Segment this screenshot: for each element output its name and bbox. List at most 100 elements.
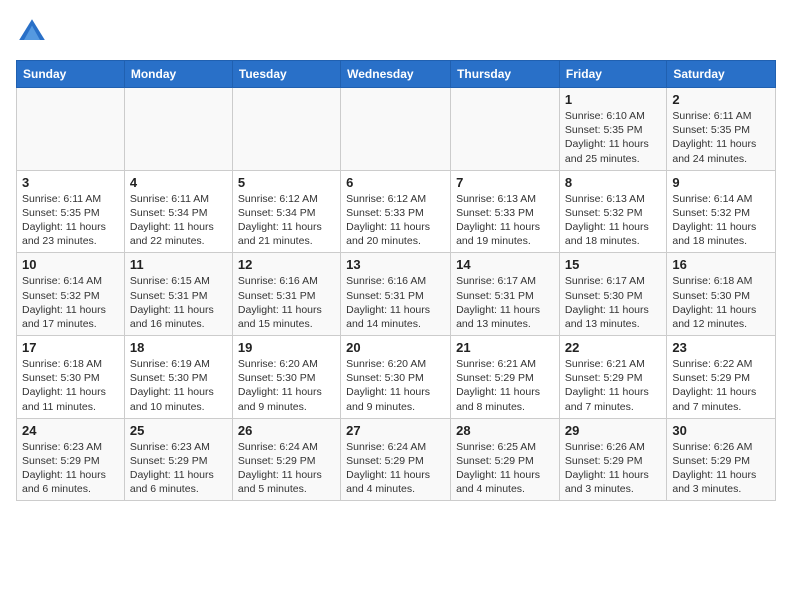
- calendar-cell: 2 Sunrise: 6:11 AMSunset: 5:35 PMDaylight…: [667, 88, 776, 171]
- day-number: 3: [22, 175, 119, 190]
- header-day-thursday: Thursday: [451, 61, 560, 88]
- day-info: Sunrise: 6:14 AMSunset: 5:32 PMDaylight:…: [22, 274, 119, 331]
- calendar-cell: 23 Sunrise: 6:22 AMSunset: 5:29 PMDayligh…: [667, 336, 776, 419]
- calendar-week-5: 24 Sunrise: 6:23 AMSunset: 5:29 PMDayligh…: [17, 418, 776, 501]
- calendar-cell: 19Sunrise: 6:20 AMSunset: 5:30 PMDayligh…: [232, 336, 340, 419]
- day-number: 23: [672, 340, 770, 355]
- calendar-cell: 9 Sunrise: 6:14 AMSunset: 5:32 PMDaylight…: [667, 170, 776, 253]
- calendar-cell: 28Sunrise: 6:25 AMSunset: 5:29 PMDayligh…: [451, 418, 560, 501]
- day-number: 24: [22, 423, 119, 438]
- day-number: 18: [130, 340, 227, 355]
- day-number: 12: [238, 257, 335, 272]
- header-day-wednesday: Wednesday: [341, 61, 451, 88]
- calendar-cell: 21 Sunrise: 6:21 AMSunset: 5:29 PMDayligh…: [451, 336, 560, 419]
- calendar-cell: 8 Sunrise: 6:13 AMSunset: 5:32 PMDaylight…: [559, 170, 666, 253]
- day-info: Sunrise: 6:11 AMSunset: 5:35 PMDaylight:…: [672, 109, 770, 166]
- calendar-cell: 15 Sunrise: 6:17 AMSunset: 5:30 PMDayligh…: [559, 253, 666, 336]
- day-info: Sunrise: 6:12 AMSunset: 5:34 PMDaylight:…: [238, 192, 335, 249]
- header: [16, 16, 776, 48]
- day-info: Sunrise: 6:14 AMSunset: 5:32 PMDaylight:…: [672, 192, 770, 249]
- day-number: 16: [672, 257, 770, 272]
- day-number: 15: [565, 257, 661, 272]
- day-number: 27: [346, 423, 445, 438]
- calendar-cell: 24 Sunrise: 6:23 AMSunset: 5:29 PMDayligh…: [17, 418, 125, 501]
- day-info: Sunrise: 6:17 AMSunset: 5:30 PMDaylight:…: [565, 274, 661, 331]
- day-info: Sunrise: 6:22 AMSunset: 5:29 PMDaylight:…: [672, 357, 770, 414]
- day-number: 20: [346, 340, 445, 355]
- day-number: 17: [22, 340, 119, 355]
- calendar-cell: 6 Sunrise: 6:12 AMSunset: 5:33 PMDaylight…: [341, 170, 451, 253]
- logo: [16, 16, 52, 48]
- day-info: Sunrise: 6:18 AMSunset: 5:30 PMDaylight:…: [672, 274, 770, 331]
- calendar-cell: 13Sunrise: 6:16 AMSunset: 5:31 PMDayligh…: [341, 253, 451, 336]
- calendar-cell: 20 Sunrise: 6:20 AMSunset: 5:30 PMDayligh…: [341, 336, 451, 419]
- day-number: 7: [456, 175, 554, 190]
- calendar-week-4: 17 Sunrise: 6:18 AMSunset: 5:30 PMDayligh…: [17, 336, 776, 419]
- day-info: Sunrise: 6:23 AMSunset: 5:29 PMDaylight:…: [130, 440, 227, 497]
- day-info: Sunrise: 6:20 AMSunset: 5:30 PMDaylight:…: [346, 357, 445, 414]
- day-info: Sunrise: 6:12 AMSunset: 5:33 PMDaylight:…: [346, 192, 445, 249]
- day-number: 10: [22, 257, 119, 272]
- calendar-cell: 16 Sunrise: 6:18 AMSunset: 5:30 PMDayligh…: [667, 253, 776, 336]
- calendar-cell: 27Sunrise: 6:24 AMSunset: 5:29 PMDayligh…: [341, 418, 451, 501]
- calendar-cell: [341, 88, 451, 171]
- day-number: 14: [456, 257, 554, 272]
- day-info: Sunrise: 6:18 AMSunset: 5:30 PMDaylight:…: [22, 357, 119, 414]
- day-info: Sunrise: 6:16 AMSunset: 5:31 PMDaylight:…: [238, 274, 335, 331]
- day-info: Sunrise: 6:16 AMSunset: 5:31 PMDaylight:…: [346, 274, 445, 331]
- calendar-cell: 7 Sunrise: 6:13 AMSunset: 5:33 PMDaylight…: [451, 170, 560, 253]
- calendar-cell: 18Sunrise: 6:19 AMSunset: 5:30 PMDayligh…: [124, 336, 232, 419]
- day-info: Sunrise: 6:26 AMSunset: 5:29 PMDaylight:…: [565, 440, 661, 497]
- day-info: Sunrise: 6:21 AMSunset: 5:29 PMDaylight:…: [565, 357, 661, 414]
- day-number: 29: [565, 423, 661, 438]
- day-info: Sunrise: 6:11 AMSunset: 5:34 PMDaylight:…: [130, 192, 227, 249]
- day-number: 5: [238, 175, 335, 190]
- day-info: Sunrise: 6:15 AMSunset: 5:31 PMDaylight:…: [130, 274, 227, 331]
- logo-icon: [16, 16, 48, 48]
- day-info: Sunrise: 6:23 AMSunset: 5:29 PMDaylight:…: [22, 440, 119, 497]
- day-number: 8: [565, 175, 661, 190]
- calendar-cell: 22Sunrise: 6:21 AMSunset: 5:29 PMDayligh…: [559, 336, 666, 419]
- day-info: Sunrise: 6:10 AMSunset: 5:35 PMDaylight:…: [565, 109, 661, 166]
- calendar-header-row: SundayMondayTuesdayWednesdayThursdayFrid…: [17, 61, 776, 88]
- day-number: 9: [672, 175, 770, 190]
- calendar-cell: 11 Sunrise: 6:15 AMSunset: 5:31 PMDayligh…: [124, 253, 232, 336]
- header-day-sunday: Sunday: [17, 61, 125, 88]
- calendar-week-1: 1 Sunrise: 6:10 AMSunset: 5:35 PMDaylight…: [17, 88, 776, 171]
- day-number: 25: [130, 423, 227, 438]
- calendar-cell: 29 Sunrise: 6:26 AMSunset: 5:29 PMDayligh…: [559, 418, 666, 501]
- calendar-cell: [124, 88, 232, 171]
- day-number: 6: [346, 175, 445, 190]
- day-info: Sunrise: 6:17 AMSunset: 5:31 PMDaylight:…: [456, 274, 554, 331]
- calendar-cell: 12 Sunrise: 6:16 AMSunset: 5:31 PMDayligh…: [232, 253, 340, 336]
- day-number: 11: [130, 257, 227, 272]
- calendar-cell: 10 Sunrise: 6:14 AMSunset: 5:32 PMDayligh…: [17, 253, 125, 336]
- day-info: Sunrise: 6:13 AMSunset: 5:33 PMDaylight:…: [456, 192, 554, 249]
- header-day-monday: Monday: [124, 61, 232, 88]
- calendar-cell: 30Sunrise: 6:26 AMSunset: 5:29 PMDayligh…: [667, 418, 776, 501]
- calendar-cell: [232, 88, 340, 171]
- calendar-table: SundayMondayTuesdayWednesdayThursdayFrid…: [16, 60, 776, 501]
- day-info: Sunrise: 6:11 AMSunset: 5:35 PMDaylight:…: [22, 192, 119, 249]
- day-info: Sunrise: 6:13 AMSunset: 5:32 PMDaylight:…: [565, 192, 661, 249]
- day-info: Sunrise: 6:24 AMSunset: 5:29 PMDaylight:…: [238, 440, 335, 497]
- day-number: 21: [456, 340, 554, 355]
- day-number: 2: [672, 92, 770, 107]
- calendar-cell: 4Sunrise: 6:11 AMSunset: 5:34 PMDaylight…: [124, 170, 232, 253]
- day-info: Sunrise: 6:25 AMSunset: 5:29 PMDaylight:…: [456, 440, 554, 497]
- day-info: Sunrise: 6:20 AMSunset: 5:30 PMDaylight:…: [238, 357, 335, 414]
- header-day-tuesday: Tuesday: [232, 61, 340, 88]
- calendar-cell: 1 Sunrise: 6:10 AMSunset: 5:35 PMDaylight…: [559, 88, 666, 171]
- calendar-cell: 14 Sunrise: 6:17 AMSunset: 5:31 PMDayligh…: [451, 253, 560, 336]
- header-day-saturday: Saturday: [667, 61, 776, 88]
- calendar-week-3: 10 Sunrise: 6:14 AMSunset: 5:32 PMDayligh…: [17, 253, 776, 336]
- calendar-cell: 25 Sunrise: 6:23 AMSunset: 5:29 PMDayligh…: [124, 418, 232, 501]
- day-number: 26: [238, 423, 335, 438]
- day-number: 1: [565, 92, 661, 107]
- day-number: 30: [672, 423, 770, 438]
- calendar-cell: [451, 88, 560, 171]
- calendar-cell: 3 Sunrise: 6:11 AMSunset: 5:35 PMDaylight…: [17, 170, 125, 253]
- calendar-cell: 5 Sunrise: 6:12 AMSunset: 5:34 PMDaylight…: [232, 170, 340, 253]
- calendar-cell: 26 Sunrise: 6:24 AMSunset: 5:29 PMDayligh…: [232, 418, 340, 501]
- day-info: Sunrise: 6:21 AMSunset: 5:29 PMDaylight:…: [456, 357, 554, 414]
